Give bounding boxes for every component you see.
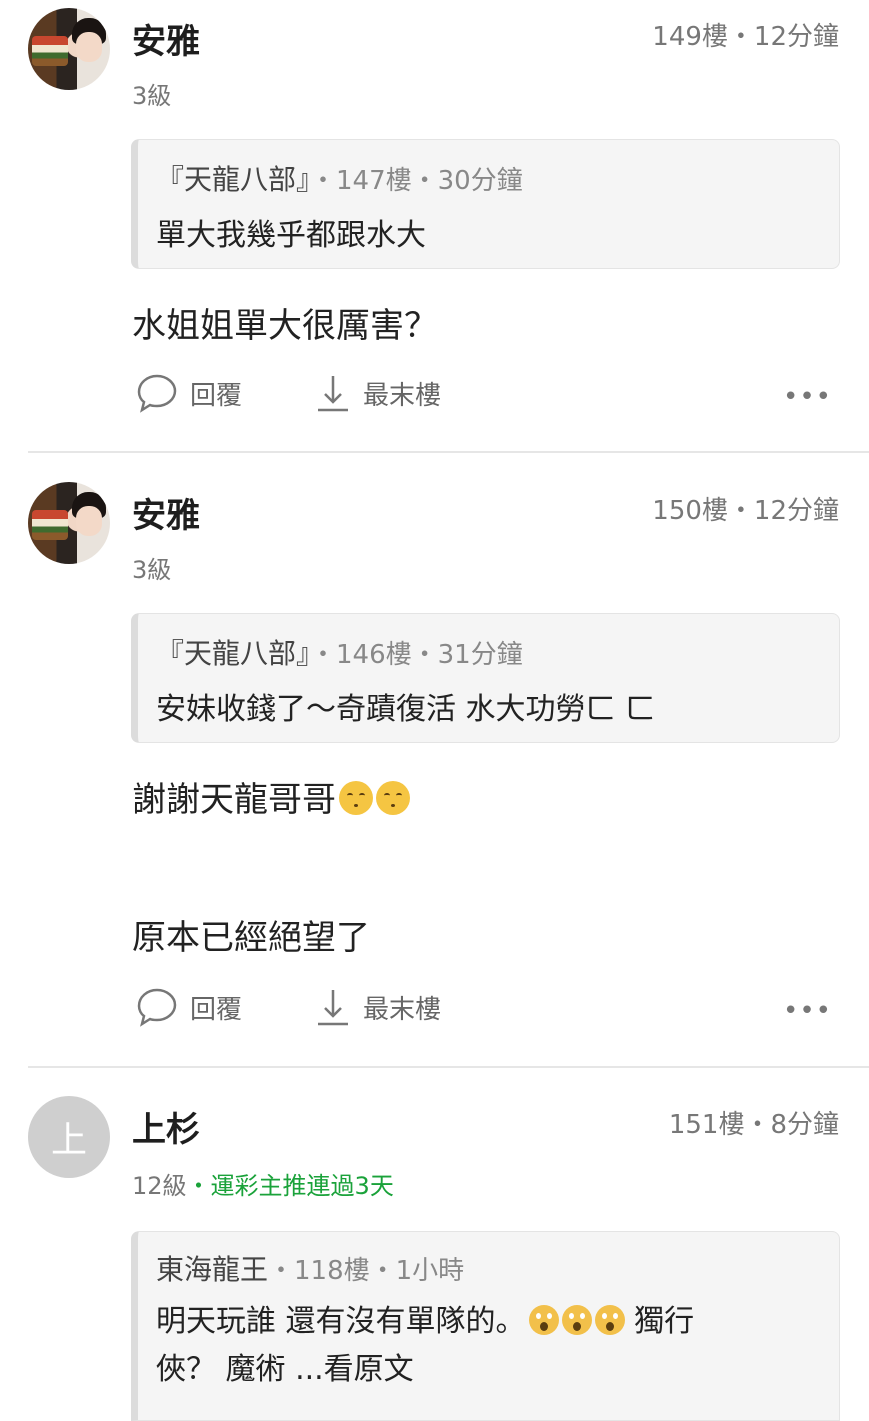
quote-meta: ・118樓・1小時 [268, 1256, 465, 1286]
speech-bubble-icon [137, 374, 177, 413]
user-level: 12級 [132, 1172, 187, 1200]
screaming-face-icon [528, 1305, 559, 1335]
floor-time: 151樓・8分鐘 [668, 1110, 839, 1140]
user-badge[interactable]: ・運彩主推連過3天 [187, 1172, 394, 1200]
divider [28, 1066, 869, 1068]
quote-author: 『天龍八部』 [156, 163, 311, 196]
avatar-letter: 上 [50, 1120, 87, 1161]
last-floor-label: 最末樓 [363, 994, 442, 1025]
speech-bubble-icon [137, 988, 177, 1027]
last-floor-button[interactable]: 最末樓 [315, 372, 441, 414]
reply-label: 回覆 [190, 380, 243, 411]
author-name[interactable]: 安雅 [132, 14, 200, 63]
author-name[interactable]: 安雅 [132, 488, 200, 537]
divider [28, 451, 869, 453]
author-name[interactable]: 上杉 [132, 1102, 200, 1151]
floor-time: 150樓・12分鐘 [652, 496, 839, 526]
user-avatar[interactable] [28, 8, 110, 90]
quote-meta: ・146樓・31分鐘 [310, 640, 523, 670]
arrow-down-to-line-icon [318, 376, 348, 412]
post-actions: 回覆 最末樓 ••• [132, 372, 832, 422]
arrow-down-to-line-icon [318, 990, 348, 1026]
quote-header: 『天龍八部』・147樓・30分鐘 [156, 158, 839, 198]
more-dots-icon[interactable]: ••• [783, 382, 832, 412]
quote-text: 單大我幾乎都跟水大 [156, 218, 426, 253]
reply-button[interactable]: 回覆 [136, 372, 242, 414]
user-avatar[interactable] [28, 482, 110, 564]
quote-author: 東海龍王 [156, 1253, 269, 1286]
quote-header: 東海龍王・118樓・1小時 [156, 1248, 839, 1288]
user-level-row: 12級・運彩主推連過3天 [132, 1166, 394, 1201]
reply-button[interactable]: 回覆 [136, 986, 242, 1028]
quoted-reply[interactable]: 『天龍八部』・147樓・30分鐘 單大我幾乎都跟水大 [131, 139, 840, 269]
quote-meta: ・147樓・30分鐘 [310, 166, 523, 196]
post-body-line-2: 原本已經絕望了 [132, 918, 370, 958]
quote-text: 安妹收錢了～奇蹟復活 水大功勞ㄈ ㄈ [156, 692, 656, 727]
floor-time: 149樓・12分鐘 [652, 22, 839, 52]
reply-label: 回覆 [190, 994, 243, 1025]
last-floor-label: 最末樓 [363, 380, 442, 411]
post-actions: 回覆 最末樓 ••• [132, 986, 832, 1036]
user-level: 3級 [132, 556, 172, 584]
screaming-face-icon [561, 1305, 592, 1335]
user-avatar[interactable]: 上 [28, 1096, 110, 1178]
kissing-face-icon [376, 781, 410, 815]
quote-header: 『天龍八部』・146樓・31分鐘 [156, 632, 839, 672]
screaming-face-icon [594, 1305, 625, 1335]
quoted-reply[interactable]: 『天龍八部』・146樓・31分鐘 安妹收錢了～奇蹟復活 水大功勞ㄈ ㄈ [131, 613, 840, 743]
quote-text-line-1: 明天玩誰 還有沒有單隊的。 獨行 [156, 1304, 695, 1339]
quote-text-line-2[interactable]: 俠？ 魔術 ...看原文 [156, 1346, 839, 1394]
quote-author: 『天龍八部』 [156, 637, 311, 670]
last-floor-button[interactable]: 最末樓 [315, 986, 441, 1028]
quoted-reply[interactable]: 東海龍王・118樓・1小時 明天玩誰 還有沒有單隊的。 獨行 俠？ 魔術 ...… [131, 1231, 840, 1421]
kissing-face-icon [339, 781, 373, 815]
more-dots-icon[interactable]: ••• [783, 996, 832, 1026]
user-level: 3級 [132, 82, 172, 110]
post-body: 水姐姐單大很厲害？ [132, 306, 438, 346]
post-body-line-1: 謝謝天龍哥哥 [132, 772, 410, 821]
post-body-text: 謝謝天龍哥哥 [132, 780, 336, 820]
